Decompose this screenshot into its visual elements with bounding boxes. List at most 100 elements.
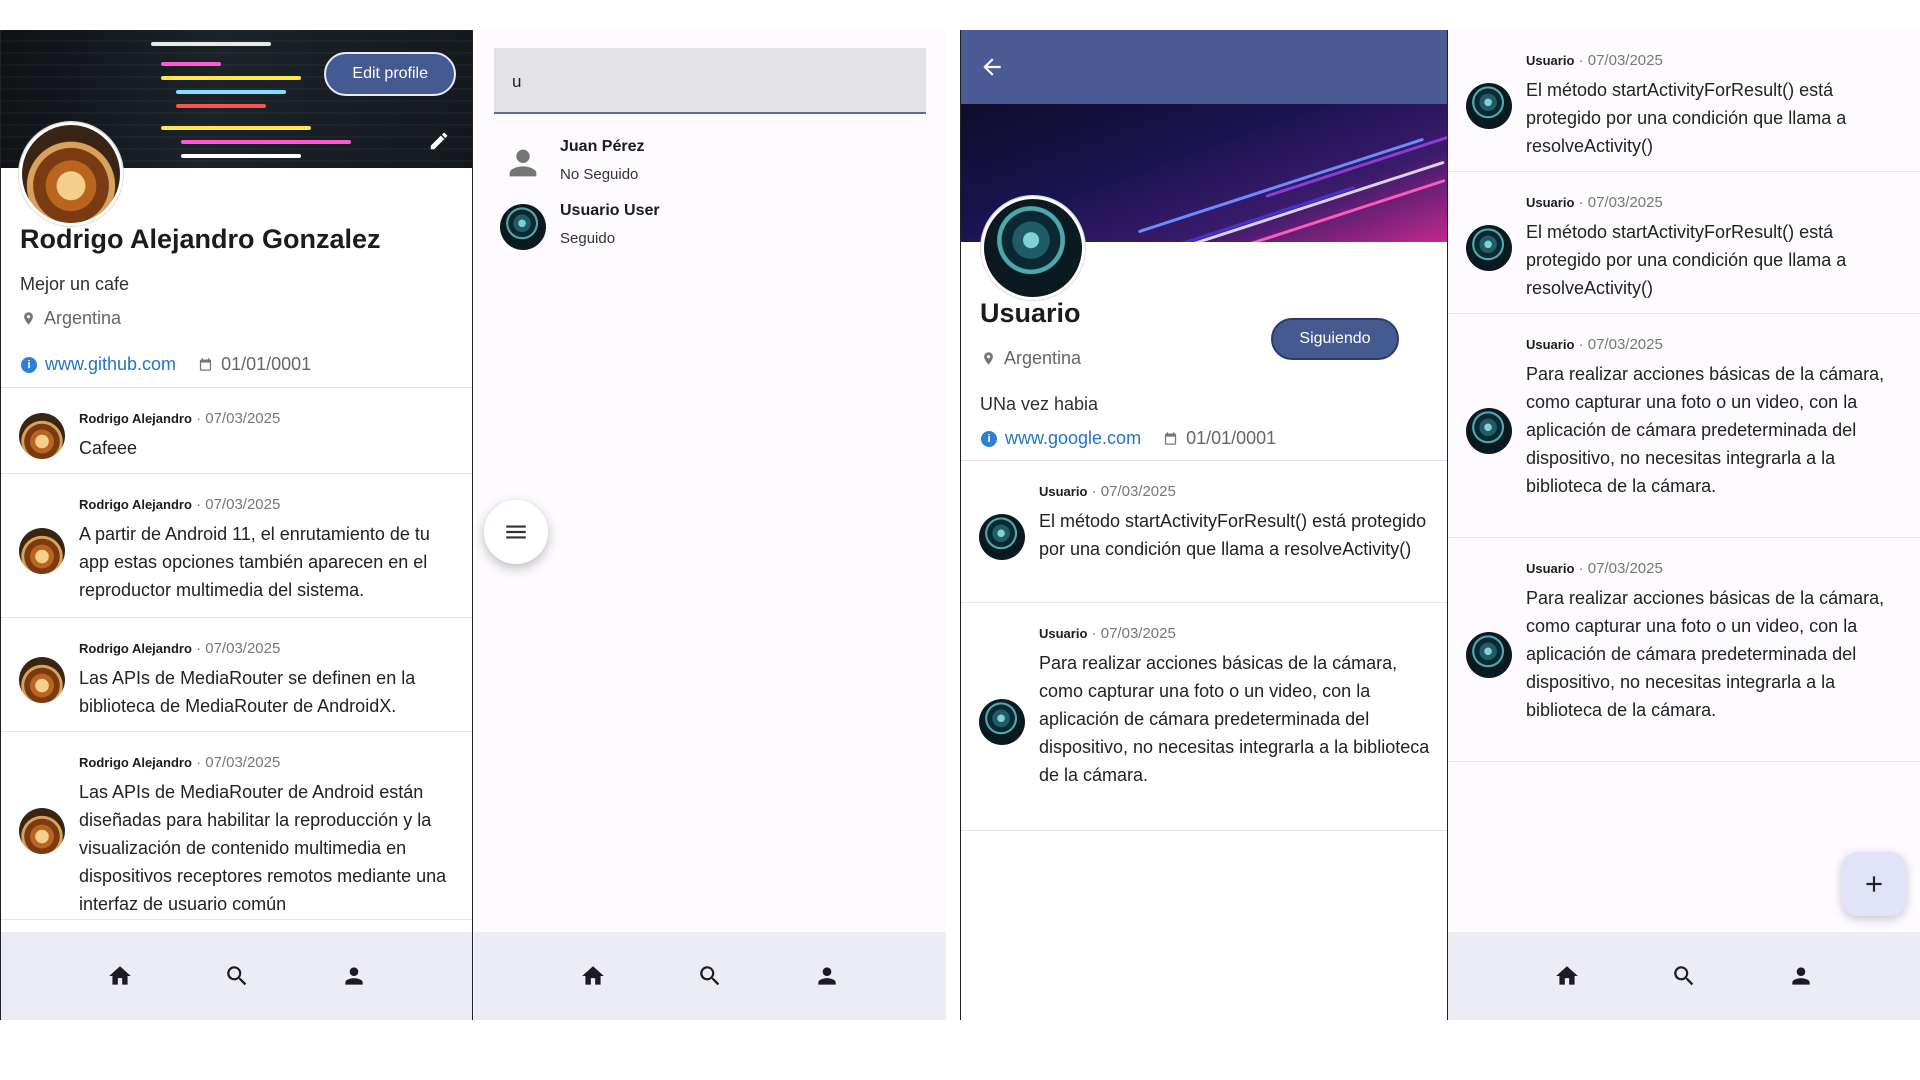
post-text: Para realizar acciones básicas de la cám…	[1526, 588, 1885, 720]
post-date: 07/03/2025	[1587, 194, 1663, 211]
post-item[interactable]: Usuario · 07/03/2025 Para realizar accion…	[961, 603, 1447, 831]
post-header: Usuario · 07/03/2025	[1526, 336, 1663, 353]
post-text: Cafeee	[79, 438, 138, 458]
post-date: 07/03/2025	[205, 410, 281, 427]
post-item[interactable]: Usuario · 07/03/2025 Para realizar accion…	[1448, 538, 1920, 762]
pencil-icon[interactable]	[428, 130, 450, 152]
location-text: Argentina	[1004, 348, 1082, 368]
avatar	[1466, 408, 1512, 454]
avatar	[19, 413, 65, 459]
home-icon	[1554, 963, 1580, 989]
nav-profile[interactable]	[803, 952, 851, 1000]
location-pin-icon	[21, 311, 36, 326]
post-author: Usuario	[1526, 337, 1575, 352]
join-date: 01/01/0001	[221, 354, 312, 374]
calendar-icon	[1163, 431, 1178, 446]
post-date: 07/03/2025	[1587, 560, 1663, 577]
nav-profile[interactable]	[330, 952, 378, 1000]
post-item[interactable]: Usuario · 07/03/2025 El método startActiv…	[961, 461, 1447, 603]
avatar	[1466, 225, 1512, 271]
post-separator: ·	[1574, 560, 1588, 577]
post-separator: ·	[1574, 52, 1588, 69]
search-icon	[224, 963, 250, 989]
arrow-back-icon[interactable]	[979, 54, 1005, 80]
location-row: Argentina	[21, 308, 121, 329]
post-author: Rodrigo Alejandro	[79, 755, 192, 770]
avatar	[19, 528, 65, 574]
post-item[interactable]: Rodrigo Alejandro · 07/03/2025 A partir d…	[1, 474, 472, 618]
post-date: 07/03/2025	[205, 640, 281, 657]
person-icon	[814, 963, 840, 989]
post-item[interactable]: Usuario · 07/03/2025 Para realizar accion…	[1448, 314, 1920, 538]
avatar	[1466, 83, 1512, 129]
avatar[interactable]	[19, 122, 123, 226]
post-text: Las APIs de MediaRouter de Android están…	[79, 782, 447, 914]
home-icon	[107, 963, 133, 989]
info-icon: i	[21, 356, 37, 373]
post-author: Usuario	[1039, 484, 1088, 499]
bottom-navigation	[1448, 932, 1920, 1020]
post-text: Para realizar acciones básicas de la cám…	[1039, 653, 1430, 785]
post-separator: ·	[1087, 483, 1101, 500]
location-pin-icon	[981, 351, 996, 366]
nav-search[interactable]	[213, 952, 261, 1000]
edit-profile-button[interactable]: Edit profile	[324, 52, 456, 96]
post-separator: ·	[191, 640, 206, 657]
post-header: Usuario · 07/03/2025	[1039, 625, 1176, 642]
location-row: Argentina	[981, 348, 1081, 369]
avatar	[19, 657, 65, 703]
menu-button[interactable]	[484, 500, 548, 564]
post-date: 07/03/2025	[1587, 52, 1663, 69]
post-date: 07/03/2025	[1100, 625, 1176, 642]
post-separator: ·	[1087, 625, 1101, 642]
search-result-item[interactable]: Juan Pérez No Seguido	[500, 136, 900, 192]
add-post-button[interactable]	[1842, 852, 1906, 916]
post-header: Usuario · 07/03/2025	[1039, 483, 1176, 500]
nav-home[interactable]	[569, 952, 617, 1000]
website-link[interactable]: www.github.com	[45, 354, 176, 375]
post-item[interactable]: Rodrigo Alejandro · 07/03/2025 Las APIs d…	[1, 618, 472, 732]
post-author: Usuario	[1526, 53, 1575, 68]
profile-screen: Edit profile Rodrigo Alejandro Gonzalez …	[0, 30, 473, 1020]
following-button[interactable]: Siguiendo	[1271, 318, 1399, 360]
bottom-navigation	[474, 932, 946, 1020]
post-separator: ·	[191, 410, 206, 427]
nav-search[interactable]	[1660, 952, 1708, 1000]
post-author: Usuario	[1526, 195, 1575, 210]
post-author: Rodrigo Alejandro	[79, 411, 192, 426]
join-date: 01/01/0001	[1186, 428, 1277, 448]
nav-profile[interactable]	[1777, 952, 1825, 1000]
avatar	[1466, 632, 1512, 678]
post-date: 07/03/2025	[205, 496, 281, 513]
post-item[interactable]: Rodrigo Alejandro · 07/03/2025 Las APIs d…	[1, 732, 472, 920]
result-follow-status: No Seguido	[560, 166, 639, 183]
avatar	[979, 699, 1025, 745]
plus-icon	[1861, 871, 1887, 897]
nav-home[interactable]	[1543, 952, 1591, 1000]
menu-icon	[503, 519, 529, 545]
search-input[interactable]: u	[494, 48, 926, 114]
website-link[interactable]: www.google.com	[1005, 428, 1141, 449]
post-item[interactable]: Rodrigo Alejandro · 07/03/2025 Cafeee	[1, 388, 472, 474]
post-date: 07/03/2025	[205, 754, 281, 771]
post-item[interactable]: Usuario · 07/03/2025 El método startActiv…	[1448, 30, 1920, 172]
post-item[interactable]: Usuario · 07/03/2025 El método startActiv…	[1448, 172, 1920, 314]
bottom-navigation	[1, 932, 472, 1020]
post-text: El método startActivityForResult() está …	[1526, 222, 1847, 298]
post-text: El método startActivityForResult() está …	[1039, 511, 1427, 559]
avatar	[500, 204, 546, 250]
top-app-bar	[961, 30, 1447, 104]
links-row: i www.google.com 01/01/0001	[981, 428, 1276, 449]
result-name: Juan Pérez	[560, 138, 645, 155]
post-separator: ·	[191, 496, 206, 513]
post-author: Rodrigo Alejandro	[79, 497, 192, 512]
info-icon: i	[981, 430, 997, 447]
post-header: Usuario · 07/03/2025	[1526, 194, 1663, 211]
nav-home[interactable]	[96, 952, 144, 1000]
search-result-item[interactable]: Usuario User Seguido	[500, 200, 900, 256]
nav-search[interactable]	[686, 952, 734, 1000]
search-icon	[1671, 963, 1697, 989]
post-header: Usuario · 07/03/2025	[1526, 560, 1663, 577]
person-icon	[341, 963, 367, 989]
post-separator: ·	[191, 754, 206, 771]
